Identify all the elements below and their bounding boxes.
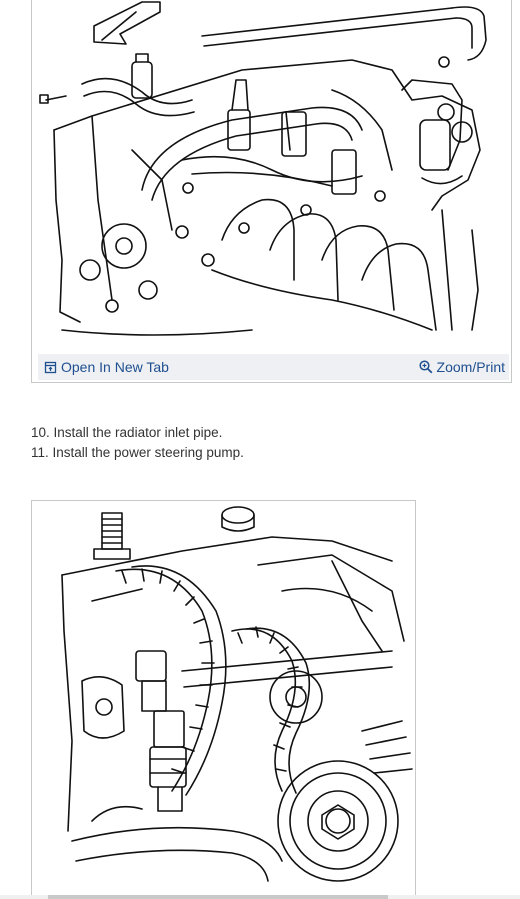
open-in-new-tab-button[interactable]: Open In New Tab (44, 359, 169, 375)
zoom-print-label: Zoom/Print (436, 359, 505, 375)
pump-line-drawing (61, 506, 413, 882)
open-in-new-tab-label: Open In New Tab (61, 359, 169, 375)
step-11: 11. Install the power steering pump. (31, 445, 244, 460)
power-steering-pump-figure (31, 500, 416, 899)
open-in-new-tab-icon (44, 361, 57, 373)
scrollbar-thumb[interactable] (48, 895, 388, 899)
zoom-print-button[interactable]: Zoom/Print (418, 359, 505, 375)
step-10: 10. Install the radiator inlet pipe. (31, 425, 223, 440)
engine-line-drawing (39, 1, 487, 336)
zoom-icon (418, 360, 432, 374)
figure-toolbar: Open In New Tab Zoom/Print (38, 354, 509, 380)
horizontal-scrollbar[interactable] (0, 895, 520, 899)
engine-illustration-figure: Open In New Tab Zoom/Print (31, 0, 512, 383)
procedure-steps: 10. Install the radiator inlet pipe. 11.… (31, 423, 244, 463)
